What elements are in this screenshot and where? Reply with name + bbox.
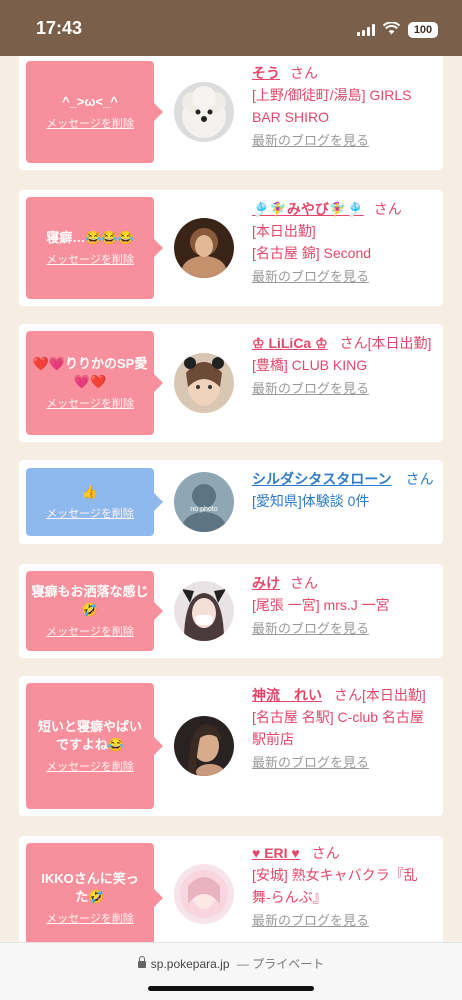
delete-message-link[interactable]: メッセージを削除 bbox=[46, 505, 134, 521]
message-bubble: 短いと寝癖やばいですよね😂 メッセージを削除 bbox=[26, 683, 163, 809]
delete-message-link[interactable]: メッセージを削除 bbox=[46, 910, 134, 926]
status-icons: 100 bbox=[357, 20, 438, 39]
message-text: 短いと寝癖やばいですよね😂 bbox=[37, 719, 142, 752]
avatar[interactable] bbox=[174, 716, 234, 776]
message-bubble: 寝癖もお洒落な感じ🤣 メッセージを削除 bbox=[26, 571, 163, 651]
shop-detail: [上野/御徒町/湯島] GIRLS BAR SHIRO bbox=[252, 87, 412, 125]
message-bubble: ❤️💗りりかのSP愛💗❤️ メッセージを削除 bbox=[26, 331, 163, 435]
cast-name-link[interactable]: みけ bbox=[252, 575, 280, 591]
status-bar: 17:43 100 bbox=[0, 0, 462, 56]
cast-name-link[interactable]: 神流 れい bbox=[252, 687, 322, 703]
list-item: 👍 メッセージを削除 no photo シルダシタスタローン さん [愛知県]体験… bbox=[19, 460, 443, 544]
message-bubble: ^_>ω<_^ メッセージを削除 bbox=[26, 61, 163, 163]
shop-detail: [豊橋] CLUB KING bbox=[252, 357, 368, 373]
honorific: さん bbox=[290, 65, 318, 81]
shop-info: そう さん [上野/御徒町/湯島] GIRLS BAR SHIRO 最新のブログを… bbox=[252, 62, 435, 152]
message-text: 寝癖もお洒落な感じ🤣 bbox=[31, 584, 149, 617]
delete-message-link[interactable]: メッセージを削除 bbox=[46, 115, 134, 131]
shop-detail: [尾張 一宮] mrs.J 一宮 bbox=[252, 597, 390, 613]
list-item: ❤️💗りりかのSP愛💗❤️ メッセージを削除 ♔ LiLiCa ♔ さん[本日出勤… bbox=[19, 324, 443, 442]
honorific: さん bbox=[373, 201, 402, 217]
avatar[interactable] bbox=[174, 581, 234, 641]
honorific: さん bbox=[311, 845, 340, 861]
latest-blog-link[interactable]: 最新のブログを見る bbox=[252, 266, 369, 288]
honorific: さん bbox=[290, 575, 318, 591]
latest-blog-link[interactable]: 最新のブログを見る bbox=[252, 752, 369, 774]
list-item: 短いと寝癖やばいですよね😂 メッセージを削除 神流 れい さん[本日出勤] [名古… bbox=[19, 676, 443, 816]
cast-name-link[interactable]: ♥ ERI ♥ bbox=[252, 845, 300, 861]
shop-detail: [名古屋 名駅] C-club 名古屋駅前店 bbox=[252, 709, 424, 747]
cellular-signal-icon bbox=[357, 23, 375, 36]
avatar[interactable] bbox=[174, 218, 234, 278]
shop-info: シルダシタスタローン さん [愛知県]体験談 0件 bbox=[252, 468, 435, 512]
lock-icon bbox=[137, 956, 146, 968]
shop-detail: [本日出勤] bbox=[252, 223, 316, 239]
latest-blog-link[interactable]: 最新のブログを見る bbox=[252, 378, 369, 400]
list-item: ^_>ω<_^ メッセージを削除 そう さん [上野/御徒町/湯島] GIRLS … bbox=[19, 56, 443, 170]
shop-detail: [本日出勤] bbox=[367, 335, 432, 351]
cast-name-link[interactable]: そう bbox=[252, 65, 280, 81]
message-text: ^_>ω<_^ bbox=[62, 94, 118, 109]
wifi-icon bbox=[382, 20, 401, 39]
browser-url-bar[interactable]: sp.pokepara.jp — プライベート bbox=[0, 942, 462, 1000]
latest-blog-link[interactable]: 最新のブログを見る bbox=[252, 130, 369, 152]
message-list: ^_>ω<_^ メッセージを削除 そう さん [上野/御徒町/湯島] GIRLS … bbox=[0, 56, 462, 942]
shop-detail: [安城] 熟女キャバクラ『乱舞-らんぶ』 bbox=[252, 867, 418, 905]
no-photo-label: no photo bbox=[190, 506, 218, 513]
delete-message-link[interactable]: メッセージを削除 bbox=[46, 251, 134, 267]
shop-info: 神流 れい さん[本日出勤] [名古屋 名駅] C-club 名古屋駅前店 最新の… bbox=[252, 684, 435, 774]
avatar[interactable] bbox=[174, 864, 234, 924]
shop-info: 🎐🧚‍♀️みやび🧚‍♀️🎐 さん [本日出勤] [名古屋 錦] Second 最新… bbox=[252, 198, 435, 288]
delete-message-link[interactable]: メッセージを削除 bbox=[46, 623, 134, 639]
avatar[interactable] bbox=[174, 353, 234, 413]
review-count: [愛知県]体験談 0件 bbox=[252, 493, 370, 509]
status-time: 17:43 bbox=[36, 18, 83, 38]
battery-icon: 100 bbox=[408, 21, 438, 38]
avatar[interactable] bbox=[174, 82, 234, 142]
message-text: 👍 bbox=[81, 484, 99, 499]
message-bubble: IKKOさんに笑った🤣 メッセージを削除 bbox=[26, 843, 163, 942]
private-mode-label: — プライベート bbox=[236, 957, 325, 971]
message-text: IKKOさんに笑った🤣 bbox=[41, 871, 139, 904]
list-item: IKKOさんに笑った🤣 メッセージを削除 ♥ ERI ♥ さん [安城] 熟女キャ… bbox=[19, 836, 443, 942]
delete-message-link[interactable]: メッセージを削除 bbox=[46, 758, 134, 774]
shop-info: みけ さん [尾張 一宮] mrs.J 一宮 最新のブログを見る bbox=[252, 572, 435, 640]
message-bubble: 👍 メッセージを削除 bbox=[26, 468, 163, 536]
shop-info: ♔ LiLiCa ♔ さん[本日出勤] [豊橋] CLUB KING 最新のブログ… bbox=[252, 332, 435, 400]
avatar[interactable]: no photo bbox=[174, 472, 234, 532]
latest-blog-link[interactable]: 最新のブログを見る bbox=[252, 910, 369, 932]
latest-blog-link[interactable]: 最新のブログを見る bbox=[252, 618, 369, 640]
cast-name-link[interactable]: ♔ LiLiCa ♔ bbox=[252, 335, 328, 351]
honorific: さん bbox=[405, 471, 434, 487]
list-item: 寝癖もお洒落な感じ🤣 メッセージを削除 みけ さん [尾張 一宮] mrs.J 一… bbox=[19, 564, 443, 658]
user-name-link[interactable]: シルダシタスタローン bbox=[252, 471, 392, 487]
honorific: さん bbox=[334, 687, 362, 703]
delete-message-link[interactable]: メッセージを削除 bbox=[46, 395, 134, 411]
cast-name-link[interactable]: 🎐🧚‍♀️みやび🧚‍♀️🎐 bbox=[252, 201, 364, 217]
message-bubble: 寝癖…😂😂😂 メッセージを削除 bbox=[26, 197, 163, 299]
address-display[interactable]: sp.pokepara.jp — プライベート bbox=[0, 955, 462, 972]
shop-info: ♥ ERI ♥ さん [安城] 熟女キャバクラ『乱舞-らんぶ』 最新のブログを見る bbox=[252, 842, 435, 932]
honorific: さん bbox=[339, 335, 368, 351]
shop-detail: [名古屋 錦] Second bbox=[252, 245, 372, 261]
list-item: 寝癖…😂😂😂 メッセージを削除 🎐🧚‍♀️みやび🧚‍♀️🎐 さん [本日出勤] [… bbox=[19, 190, 443, 306]
message-text: ❤️💗りりかのSP愛💗❤️ bbox=[32, 356, 148, 389]
message-text: 寝癖…😂😂😂 bbox=[46, 230, 134, 245]
home-indicator[interactable] bbox=[148, 986, 314, 991]
shop-detail: [本日出勤] bbox=[362, 687, 426, 703]
domain-text: sp.pokepara.jp bbox=[150, 957, 230, 971]
